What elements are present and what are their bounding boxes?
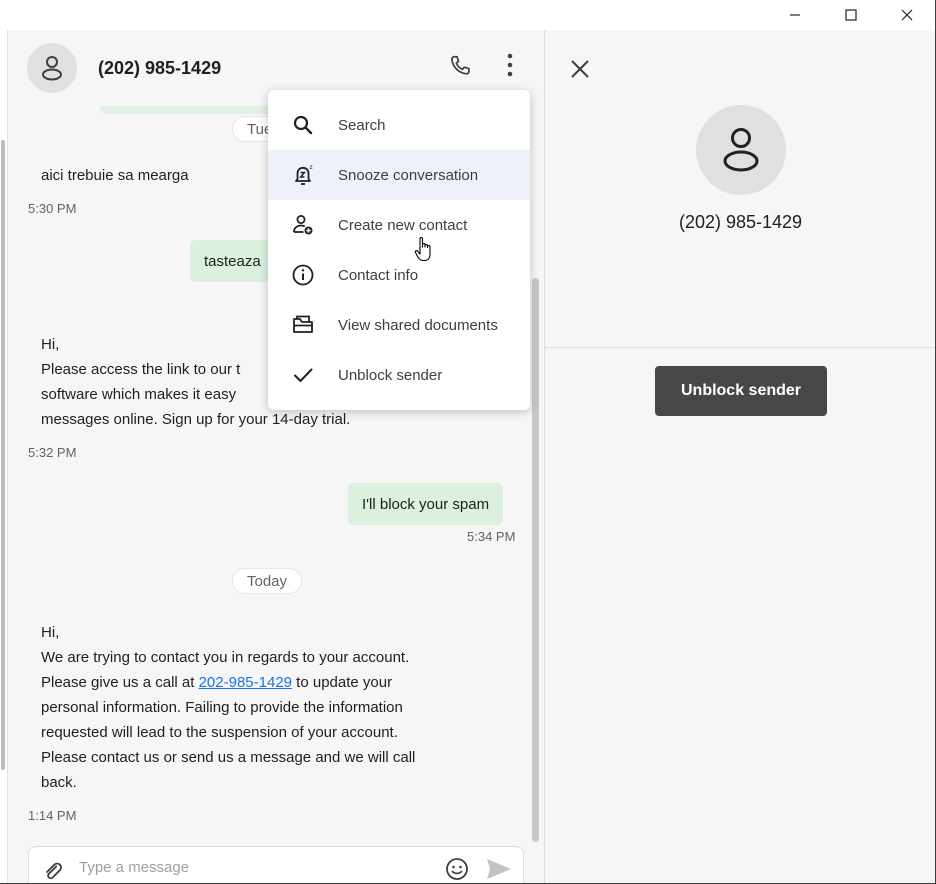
- call-button[interactable]: [446, 52, 474, 80]
- avatar-icon: [723, 128, 759, 172]
- message-bubble-partial: [100, 106, 280, 114]
- minimize-icon: [790, 14, 800, 16]
- phone-link[interactable]: 202-985-1429: [199, 674, 292, 691]
- contact-name: (202) 985-1429: [678, 212, 803, 232]
- message-line: back.: [41, 774, 77, 791]
- unblock-sender-button[interactable]: Unblock sender: [655, 366, 827, 416]
- date-separator: Today: [232, 568, 303, 594]
- paperclip-icon: [46, 862, 62, 880]
- menu-item-label: Search: [338, 116, 386, 134]
- more-options-button[interactable]: [500, 51, 520, 79]
- emoji-icon: [446, 858, 468, 880]
- message-text: to update your: [292, 674, 393, 691]
- close-icon: [571, 60, 589, 78]
- conversation-scrollbar[interactable]: [532, 278, 539, 842]
- menu-item-create-contact[interactable]: Create new contact: [268, 200, 530, 250]
- menu-item-label: View shared documents: [338, 316, 498, 334]
- menu-item-contact-info[interactable]: Contact info: [268, 250, 530, 300]
- outgoing-message-text: tasteaza: [204, 252, 261, 270]
- message-time: 5:30 PM: [28, 201, 77, 216]
- outgoing-message: I'll block your spam: [348, 483, 504, 525]
- message-input[interactable]: [79, 859, 379, 876]
- outgoing-message-text: I'll block your spam: [362, 495, 490, 513]
- message-text: Please give us a call at: [41, 674, 199, 691]
- send-button[interactable]: [485, 857, 513, 883]
- incoming-message: Hi, We are trying to contact you in rega…: [41, 620, 415, 795]
- contact-panel-header: (202) 985-1429: [545, 30, 935, 348]
- menu-item-label: Unblock sender: [338, 366, 443, 384]
- app-window: (202) 985-1429 Tue aici trebuie sa mearg…: [0, 0, 936, 884]
- phone-icon: [451, 55, 470, 75]
- title-bar: [0, 0, 935, 30]
- window-close-button[interactable]: [884, 0, 930, 30]
- folder-icon: [291, 313, 315, 337]
- avatar-icon: [42, 56, 62, 81]
- maximize-button[interactable]: [828, 0, 874, 30]
- menu-item-unblock-sender[interactable]: Unblock sender: [268, 350, 530, 400]
- close-panel-button[interactable]: [567, 56, 593, 82]
- maximize-icon: [845, 9, 857, 21]
- snooze-bell-icon: z: [291, 163, 315, 187]
- minimize-button[interactable]: [772, 0, 818, 30]
- message-line: personal information. Failing to provide…: [41, 699, 403, 716]
- more-vertical-icon: [507, 53, 513, 77]
- menu-item-label: Create new contact: [338, 216, 468, 234]
- send-icon: [487, 859, 511, 879]
- attach-button[interactable]: [41, 861, 65, 883]
- message-line: Please contact us or send us a message a…: [41, 749, 416, 766]
- info-icon: [291, 263, 315, 287]
- search-icon: [291, 113, 315, 137]
- message-time: 5:32 PM: [28, 445, 77, 460]
- message-line: requested will lead to the suspension of…: [41, 724, 398, 741]
- svg-text:z: z: [310, 164, 313, 171]
- message-line: Hi,: [41, 624, 60, 641]
- add-contact-icon: [291, 213, 315, 237]
- message-line: Please give us a call at 202-985-1429 to…: [41, 670, 415, 695]
- message-line: messages online. Sign up for your 14-day…: [41, 411, 351, 428]
- contact-panel: (202) 985-1429 Unblock sender: [545, 30, 935, 883]
- menu-item-label: Contact info: [338, 266, 419, 284]
- menu-item-label: Snooze conversation: [338, 166, 479, 184]
- message-line: We are trying to contact you in regards …: [41, 649, 410, 666]
- incoming-message: aici trebuie sa mearga: [41, 167, 189, 184]
- contact-avatar[interactable]: [27, 43, 77, 93]
- menu-item-snooze[interactable]: z Snooze conversation: [268, 150, 530, 200]
- hand-cursor-icon: [413, 235, 437, 270]
- options-menu: Search z Snooze conversation Create new …: [268, 90, 530, 410]
- menu-item-shared-documents[interactable]: View shared documents: [268, 300, 530, 350]
- conversation-title: (202) 985-1429: [98, 58, 222, 78]
- menu-item-search[interactable]: Search: [268, 100, 530, 150]
- left-list-edge: [0, 30, 8, 883]
- message-time: 5:34 PM: [467, 529, 516, 544]
- emoji-button[interactable]: [445, 857, 469, 883]
- close-icon: [901, 9, 913, 21]
- check-icon: [291, 363, 315, 387]
- left-scrollbar[interactable]: [1, 140, 5, 770]
- message-time: 1:14 PM: [28, 808, 77, 823]
- contact-avatar-large: [696, 105, 786, 195]
- compose-box: [28, 846, 524, 883]
